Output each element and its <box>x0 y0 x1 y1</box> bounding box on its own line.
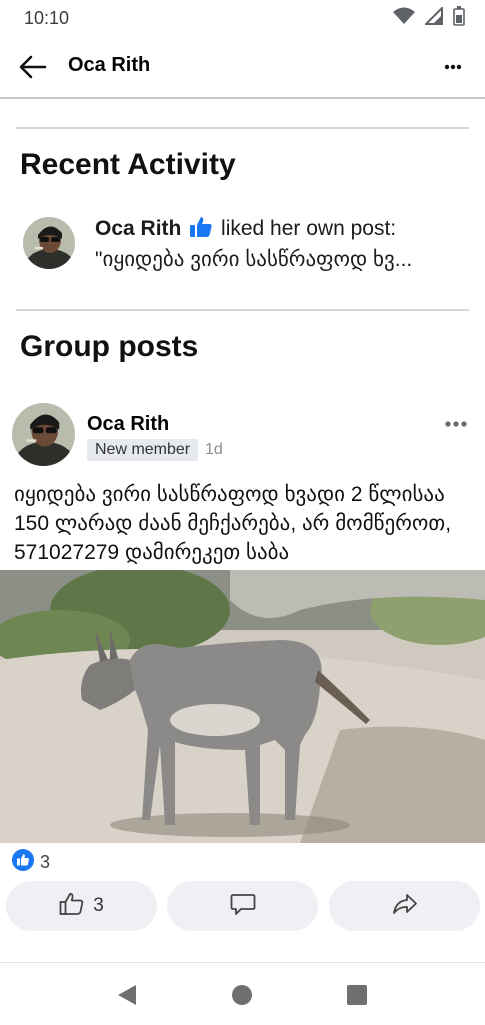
group-posts-heading: Group posts <box>20 330 199 363</box>
post-timestamp[interactable]: 1d <box>205 441 223 459</box>
app-bar: Oca Rith <box>0 36 485 98</box>
reaction-count: 3 <box>40 852 51 872</box>
comment-button[interactable] <box>167 881 318 931</box>
activity-item[interactable]: Oca Rith liked her own post: "იყიდება ვი… <box>95 215 465 274</box>
back-triangle-icon[interactable] <box>113 981 141 1009</box>
post-author-name[interactable]: Oca Rith <box>87 413 169 436</box>
wifi-icon <box>393 7 415 30</box>
donkey-photo[interactable] <box>0 565 485 843</box>
avatar[interactable] <box>23 217 75 269</box>
recent-activity-heading: Recent Activity <box>20 148 236 181</box>
section-divider <box>16 127 469 129</box>
arrow-left-icon <box>19 55 47 79</box>
like-reaction-icon <box>12 849 34 876</box>
comment-icon <box>230 892 256 921</box>
share-icon <box>392 892 418 921</box>
cell-signal-icon <box>423 5 443 30</box>
page-title: Oca Rith <box>68 54 151 76</box>
reaction-summary[interactable]: 3 <box>12 849 50 876</box>
recents-square-icon[interactable] <box>343 981 371 1009</box>
status-bar: 10:10 <box>0 0 485 36</box>
thumbs-up-icon <box>59 892 85 921</box>
like-button[interactable]: 3 <box>6 881 157 931</box>
post-author-avatar[interactable] <box>12 403 75 466</box>
battery-icon <box>453 6 465 31</box>
system-nav-bar <box>0 962 485 1025</box>
app-bar-divider <box>0 97 485 99</box>
more-horizontal-icon <box>444 64 462 70</box>
more-options-button[interactable] <box>437 52 469 82</box>
status-time: 10:10 <box>24 8 70 28</box>
activity-snippet: "იყიდება ვირი სასწრაფოდ ხვ... <box>95 248 413 271</box>
home-circle-icon[interactable] <box>228 981 256 1009</box>
more-horizontal-icon <box>445 421 467 427</box>
thumbs-up-icon <box>189 216 213 246</box>
share-button[interactable] <box>329 881 480 931</box>
member-badge: New member <box>87 439 199 461</box>
back-button[interactable] <box>16 50 50 84</box>
section-divider <box>16 309 469 311</box>
like-count: 3 <box>93 895 104 916</box>
activity-user-name[interactable]: Oca Rith <box>95 217 181 240</box>
status-icons <box>393 5 465 31</box>
post-text: იყიდება ვირი სასწრაფოდ ხვადი 2 წლისაა 15… <box>14 483 452 564</box>
activity-action: liked her own post: <box>215 217 397 240</box>
post-options-button[interactable] <box>441 414 471 434</box>
